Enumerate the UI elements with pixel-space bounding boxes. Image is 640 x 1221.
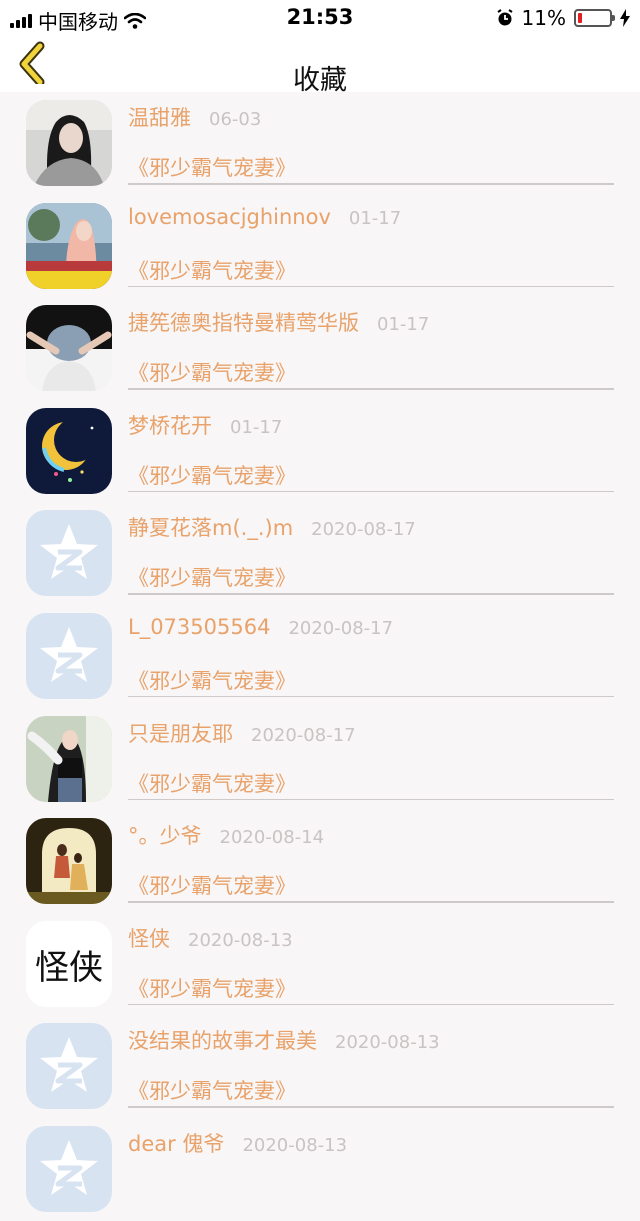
status-bar: 中国移动 21:53 11% — [0, 0, 640, 36]
item-name: 温甜雅 06-03 — [128, 106, 262, 130]
list-item[interactable]: L_073505564 2020-08-17 《邪少霸气宠妻》 — [0, 605, 640, 708]
item-book-title[interactable]: 《邪少霸气宠妻》 — [128, 357, 296, 387]
item-date: 2020-08-13 — [188, 929, 293, 951]
avatar[interactable] — [26, 612, 112, 699]
list-item[interactable]: 怪侠 怪侠 2020-08-13 《邪少霸气宠妻》 — [0, 913, 640, 1016]
list-item[interactable]: °。少爷 2020-08-14 《邪少霸气宠妻》 — [0, 810, 640, 913]
item-name: lovemosacjghinnov 01-17 — [128, 204, 402, 229]
battery-percent: 11% — [521, 6, 566, 30]
avatar-calligraphy: 怪侠 — [35, 948, 103, 988]
item-date: 2020-08-17 — [311, 519, 416, 541]
item-book-title[interactable]: 《邪少霸气宠妻》 — [128, 870, 296, 900]
item-book-title[interactable]: 《邪少霸气宠妻》 — [128, 973, 296, 1003]
charging-bolt-icon — [620, 9, 630, 27]
item-book-title[interactable]: 《邪少霸气宠妻》 — [128, 152, 296, 182]
item-name: 梦桥花开 01-17 — [128, 413, 283, 438]
item-date: 01-17 — [377, 314, 430, 336]
list-item[interactable]: 只是朋友耶 2020-08-17 《邪少霸气宠妻》 — [0, 708, 640, 811]
favorites-list: 温甜雅 06-03 《邪少霸气宠妻》 lovemosacjghinnov 01-17… — [0, 92, 640, 1221]
divider — [128, 593, 614, 595]
divider — [128, 1003, 614, 1006]
alarm-icon — [496, 9, 513, 26]
avatar[interactable] — [26, 100, 112, 186]
status-right: 11% — [496, 6, 630, 30]
avatar[interactable] — [26, 715, 112, 802]
divider — [128, 901, 614, 903]
qzone-star-icon — [26, 1023, 112, 1110]
item-name: 捷筅德奥指特曼精莺华版 01-17 — [128, 311, 430, 336]
item-book-title[interactable]: 《邪少霸气宠妻》 — [128, 1075, 296, 1105]
divider — [128, 183, 614, 185]
item-book-title[interactable]: 《邪少霸气宠妻》 — [128, 768, 296, 798]
item-name: °。少爷 2020-08-14 — [128, 824, 325, 849]
list-item[interactable]: dear 傀爷 2020-08-13 — [0, 1118, 640, 1221]
item-book-title[interactable]: 《邪少霸气宠妻》 — [128, 255, 296, 285]
item-date: 2020-08-13 — [335, 1032, 440, 1054]
list-item[interactable]: lovemosacjghinnov 01-17 《邪少霸气宠妻》 — [0, 195, 640, 298]
divider — [128, 388, 614, 390]
item-date: 06-03 — [209, 109, 262, 130]
item-date: 2020-08-17 — [251, 724, 356, 746]
list-item[interactable]: 没结果的故事才最美 2020-08-13 《邪少霸气宠妻》 — [0, 1015, 640, 1118]
item-date: 2020-08-14 — [219, 827, 325, 849]
item-date: 2020-08-13 — [242, 1134, 348, 1156]
item-name: dear 傀爷 2020-08-13 — [128, 1131, 348, 1156]
item-book-title[interactable]: 《邪少霸气宠妻》 — [128, 460, 296, 490]
divider — [128, 695, 614, 698]
item-book-title[interactable]: 《邪少霸气宠妻》 — [128, 665, 296, 695]
avatar[interactable]: 怪侠 — [26, 920, 112, 1007]
qzone-star-icon — [26, 510, 112, 597]
list-item[interactable]: 静夏花落m(._.)m 2020-08-17 《邪少霸气宠妻》 — [0, 502, 640, 605]
nav-header: 收藏 — [0, 36, 640, 96]
list-item[interactable]: 梦桥花开 01-17 《邪少霸气宠妻》 — [0, 400, 640, 503]
battery-icon — [574, 9, 615, 27]
avatar[interactable] — [26, 818, 112, 905]
item-book-title[interactable]: 《邪少霸气宠妻》 — [128, 562, 296, 592]
list-item[interactable]: 温甜雅 06-03 《邪少霸气宠妻》 — [0, 92, 640, 195]
item-name: 没结果的故事才最美 2020-08-13 — [128, 1029, 440, 1054]
item-name: 怪侠 2020-08-13 — [128, 926, 293, 951]
item-name: L_073505564 2020-08-17 — [128, 614, 394, 639]
item-date: 01-17 — [230, 416, 283, 438]
divider — [128, 490, 614, 493]
item-name: 静夏花落m(._.)m 2020-08-17 — [128, 516, 416, 541]
item-date: 2020-08-17 — [288, 617, 394, 639]
item-date: 01-17 — [348, 207, 402, 229]
avatar[interactable] — [26, 407, 112, 494]
item-name: 只是朋友耶 2020-08-17 — [128, 721, 356, 746]
divider — [128, 285, 614, 288]
avatar[interactable] — [26, 510, 112, 597]
list-item[interactable]: 捷筅德奥指特曼精莺华版 01-17 《邪少霸气宠妻》 — [0, 297, 640, 400]
avatar[interactable] — [26, 202, 112, 289]
qzone-star-icon — [26, 612, 112, 699]
divider — [128, 798, 614, 801]
divider — [128, 1106, 614, 1108]
avatar[interactable] — [26, 305, 112, 392]
avatar[interactable] — [26, 1023, 112, 1110]
